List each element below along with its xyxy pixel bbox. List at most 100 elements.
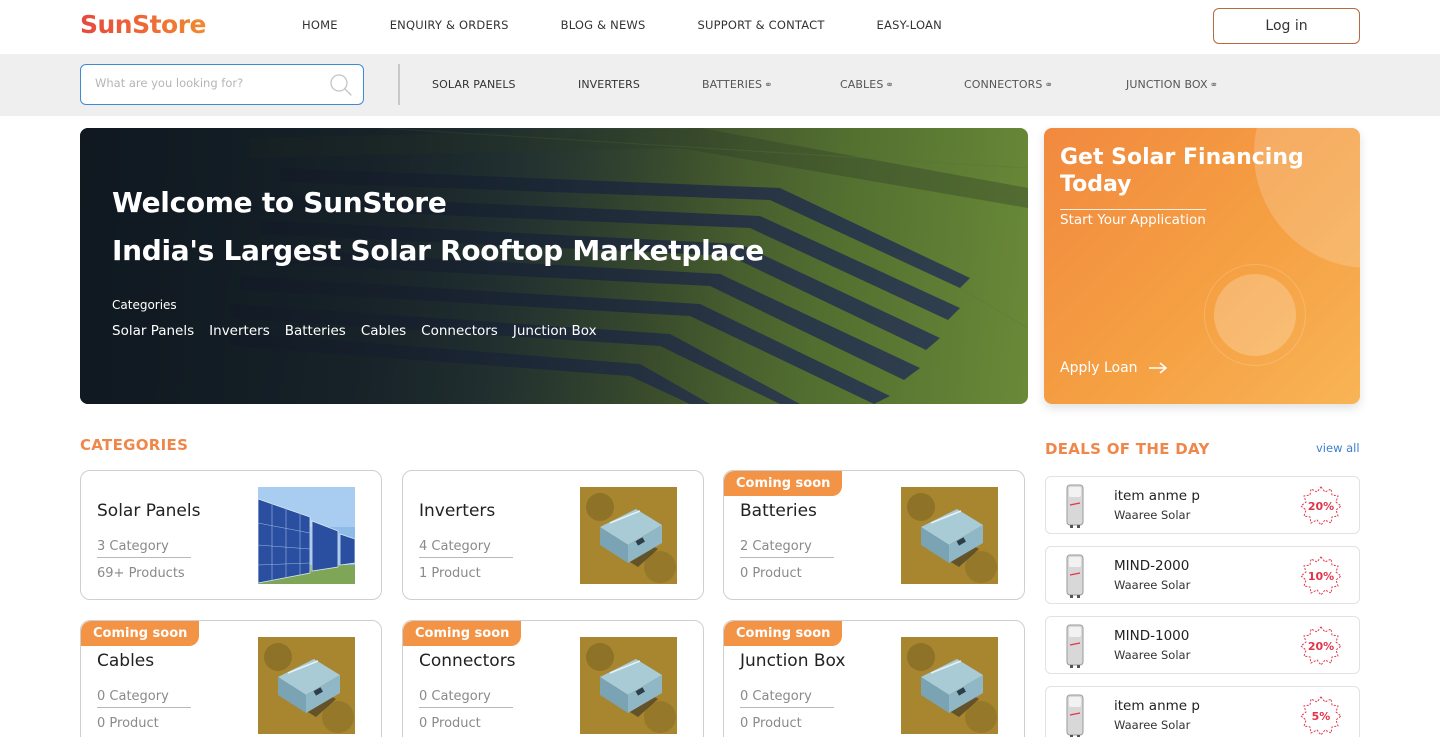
category-name: Cables	[97, 651, 155, 671]
catnav-inverters[interactable]: INVERTERS	[578, 78, 640, 91]
divider	[398, 64, 400, 105]
view-all-link[interactable]: view all	[1316, 441, 1360, 455]
coming-soon-badge: Coming soon	[724, 621, 843, 646]
hero-link-cables[interactable]: Cables	[361, 323, 406, 339]
coming-soon-badge: Coming soon	[724, 471, 843, 496]
external-link-icon: ⚭	[885, 80, 894, 91]
coming-soon-badge: Coming soon	[403, 621, 522, 646]
category-card[interactable]: Coming soon Cables 0 Category 0 Product	[80, 620, 382, 737]
hero-link-connectors[interactable]: Connectors	[421, 323, 498, 339]
finance-title: Get Solar Financing Today	[1060, 145, 1304, 197]
inverter-image	[1064, 553, 1086, 599]
category-count: 3 Category	[97, 539, 191, 558]
discount-badge: 20%	[1300, 485, 1342, 527]
hero-banner: Welcome to SunStore India's Largest Sola…	[80, 128, 1028, 404]
category-count: 4 Category	[419, 539, 513, 558]
category-name: Inverters	[419, 501, 496, 521]
category-count: 0 Category	[97, 689, 191, 708]
category-count: 0 Category	[740, 689, 834, 708]
category-bar: SOLAR PANELS INVERTERS BATTERIES⚭ CABLES…	[0, 54, 1440, 116]
battery-box-image	[258, 637, 355, 734]
deal-brand: Waaree Solar	[1114, 578, 1191, 592]
category-name: Batteries	[740, 501, 817, 521]
category-count: 0 Category	[419, 689, 513, 708]
deal-name: item anme p	[1114, 488, 1200, 504]
deal-item[interactable]: MIND-1000 Waaree Solar 20%	[1045, 616, 1360, 674]
catnav-label: SOLAR PANELS	[432, 78, 516, 91]
hero-title: Welcome to SunStore	[112, 186, 447, 219]
category-name: Solar Panels	[97, 501, 201, 521]
discount-value: 20%	[1307, 639, 1335, 653]
hero-link-junction-box[interactable]: Junction Box	[513, 323, 597, 339]
inverter-image	[1064, 623, 1086, 669]
deal-item[interactable]: MIND-2000 Waaree Solar 10%	[1045, 546, 1360, 604]
catnav-solar-panels[interactable]: SOLAR PANELS	[432, 78, 516, 91]
deal-brand: Waaree Solar	[1114, 508, 1191, 522]
main-nav: HOME ENQUIRY & ORDERS BLOG & NEWS SUPPOR…	[302, 18, 994, 32]
hero-categories-label: Categories	[112, 298, 177, 312]
sunstore-logo[interactable]: SunStore	[80, 10, 207, 39]
category-card[interactable]: Inverters 4 Category 1 Product	[402, 470, 704, 600]
deals-heading: DEALS OF THE DAY	[1045, 440, 1210, 458]
product-count: 0 Product	[740, 716, 802, 731]
hero-link-batteries[interactable]: Batteries	[285, 323, 346, 339]
inverter-image	[1064, 693, 1086, 737]
finance-subtitle: Start Your Application	[1060, 209, 1206, 228]
product-count: 69+ Products	[97, 566, 185, 581]
product-count: 1 Product	[419, 566, 481, 581]
category-card[interactable]: Solar Panels 3 Category 69+ Products	[80, 470, 382, 600]
battery-box-image	[580, 637, 677, 734]
battery-box-image	[901, 637, 998, 734]
apply-loan-label: Apply Loan	[1060, 360, 1138, 376]
deal-brand: Waaree Solar	[1114, 648, 1191, 662]
deal-item[interactable]: item anme p Waaree Solar 20%	[1045, 476, 1360, 534]
coming-soon-badge: Coming soon	[81, 621, 200, 646]
catnav-label: JUNCTION BOX	[1126, 78, 1208, 91]
search-box	[80, 64, 364, 105]
nav-easy-loan[interactable]: EASY-LOAN	[877, 18, 942, 32]
nav-blog-news[interactable]: BLOG & NEWS	[561, 18, 646, 32]
nav-enquiry-orders[interactable]: ENQUIRY & ORDERS	[390, 18, 509, 32]
apply-loan-link[interactable]: Apply Loan	[1060, 360, 1168, 376]
catnav-label: BATTERIES	[702, 78, 763, 91]
battery-box-image	[580, 487, 677, 584]
catnav-cables[interactable]: CABLES ⚭	[840, 78, 894, 91]
nav-support-contact[interactable]: SUPPORT & CONTACT	[698, 18, 825, 32]
login-button[interactable]: Log in	[1213, 8, 1360, 44]
arrow-right-icon	[1148, 362, 1167, 374]
category-name: Junction Box	[740, 651, 846, 671]
hero-link-inverters[interactable]: Inverters	[209, 323, 270, 339]
discount-badge: 10%	[1300, 555, 1342, 597]
discount-value: 5%	[1311, 709, 1331, 723]
search-input[interactable]	[95, 76, 315, 90]
category-card[interactable]: Coming soon Junction Box 0 Category 0 Produ…	[723, 620, 1025, 737]
discount-badge: 5%	[1300, 695, 1342, 737]
search-icon[interactable]	[329, 73, 353, 97]
product-count: 0 Product	[740, 566, 802, 581]
deal-name: item anme p	[1114, 698, 1200, 714]
nav-home[interactable]: HOME	[302, 18, 338, 32]
discount-value: 20%	[1307, 499, 1335, 513]
deal-brand: Waaree Solar	[1114, 718, 1191, 732]
hero-link-solar-panels[interactable]: Solar Panels	[112, 323, 194, 339]
hero-subtitle: India's Largest Solar Rooftop Marketplac…	[112, 234, 764, 267]
category-card[interactable]: Coming soon Connectors 0 Category 0 Product	[402, 620, 704, 737]
catnav-label: INVERTERS	[578, 78, 640, 91]
product-count: 0 Product	[97, 716, 159, 731]
discount-badge: 20%	[1300, 625, 1342, 667]
external-link-icon: ⚭	[1044, 80, 1053, 91]
category-card[interactable]: Coming soon Batteries 2 Category 0 Product	[723, 470, 1025, 600]
deal-name: MIND-2000	[1114, 558, 1190, 574]
hero-category-links: Solar Panels Inverters Batteries Cables …	[112, 323, 597, 339]
discount-value: 10%	[1307, 569, 1335, 583]
catnav-batteries[interactable]: BATTERIES ⚭	[702, 78, 773, 91]
inverter-image	[1064, 483, 1086, 529]
solar-panels-image	[257, 487, 356, 584]
catnav-label: CABLES	[840, 78, 884, 91]
catnav-connectors[interactable]: CONNECTORS ⚭	[964, 78, 1053, 91]
category-count: 2 Category	[740, 539, 834, 558]
category-name: Connectors	[419, 651, 516, 671]
decor-circle	[1214, 274, 1296, 356]
catnav-junction-box[interactable]: JUNCTION BOX ⚭	[1126, 78, 1218, 91]
deal-item[interactable]: item anme p Waaree Solar 5%	[1045, 686, 1360, 737]
